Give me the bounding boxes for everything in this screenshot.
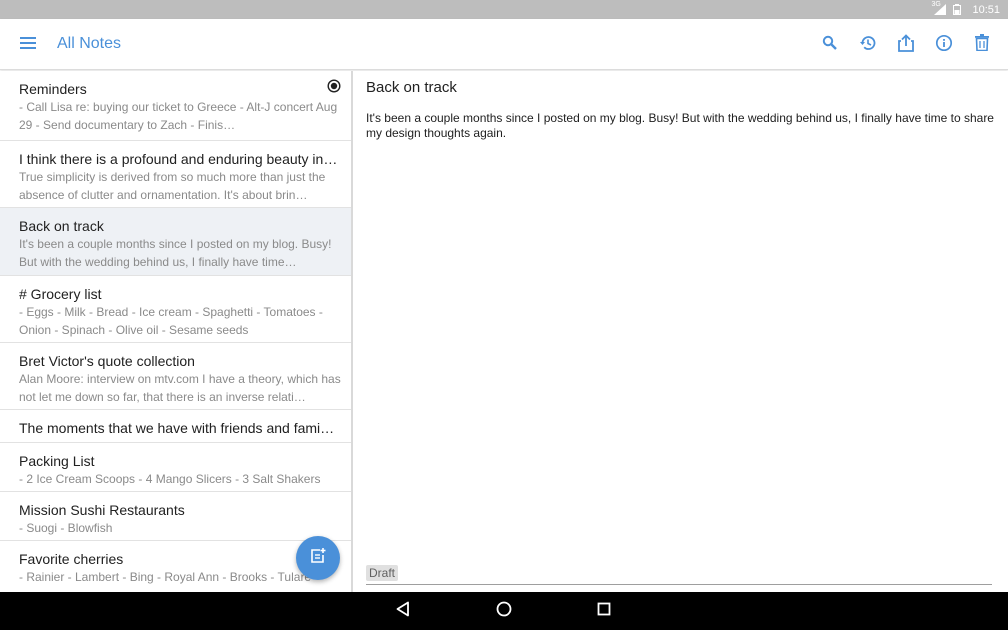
note-preview: - Suogi - Blowfish — [19, 521, 113, 535]
status-time: 10:51 — [972, 3, 1000, 16]
note-preview: - Rainier - Lambert - Bing - Royal Ann -… — [19, 570, 312, 584]
note-title: Favorite cherries — [19, 551, 124, 567]
menu-icon — [20, 36, 36, 54]
note-item-reminders[interactable]: Reminders - Call Lisa re: buying our tic… — [0, 71, 351, 141]
note-item-profound-beauty[interactable]: I think there is a profound and enduring… — [0, 141, 351, 208]
note-preview: True simplicity is derived from so much … — [19, 170, 326, 202]
note-preview: It's been a couple months since I posted… — [19, 237, 332, 269]
history-icon — [859, 34, 877, 57]
note-editor: Back on track It's been a couple months … — [353, 71, 1008, 592]
note-title: Back on track — [19, 218, 104, 234]
note-preview: - Call Lisa re: buying our ticket to Gre… — [19, 100, 338, 132]
note-editor-body[interactable]: It's been a couple months since I posted… — [366, 111, 994, 141]
search-icon — [822, 35, 838, 56]
note-item-moments[interactable]: The moments that we have with friends an… — [0, 410, 351, 443]
search-button[interactable] — [816, 31, 844, 59]
note-preview: - Eggs - Milk - Bread - Ice cream - Spag… — [19, 305, 323, 337]
note-list: Reminders - Call Lisa re: buying our tic… — [0, 71, 351, 592]
recents-button[interactable] — [594, 601, 614, 621]
note-title: Bret Victor's quote collection — [19, 353, 195, 369]
system-nav-bar — [0, 592, 1008, 630]
share-icon — [898, 33, 914, 57]
network-type: 3G — [931, 1, 941, 8]
note-title: The moments that we have with friends an… — [19, 420, 335, 436]
toolbar — [816, 31, 996, 59]
status-bar: 3G 10:51 — [0, 0, 1008, 19]
note-title: I think there is a profound and enduring… — [19, 151, 338, 167]
cell-signal-icon: 3G — [931, 1, 947, 15]
menu-button[interactable] — [14, 31, 42, 59]
info-icon — [935, 34, 953, 57]
history-button[interactable] — [854, 31, 882, 59]
back-button[interactable] — [393, 601, 413, 621]
note-item-back-on-track[interactable]: Back on track It's been a couple months … — [0, 208, 351, 276]
home-icon — [496, 601, 512, 622]
share-button[interactable] — [892, 31, 920, 59]
note-title: Packing List — [19, 453, 95, 469]
pin-icon[interactable] — [327, 79, 341, 93]
app-title: All Notes — [57, 35, 122, 52]
app-bar: All Notes — [0, 19, 1008, 70]
note-title: Mission Sushi Restaurants — [19, 502, 185, 518]
note-item-grocery-list[interactable]: # Grocery list - Eggs - Milk - Bread - I… — [0, 276, 351, 343]
home-button[interactable] — [494, 601, 514, 621]
note-preview: - 2 Ice Cream Scoops - 4 Mango Slicers -… — [19, 472, 321, 486]
note-preview: Alan Moore: interview on mtv.com I have … — [19, 372, 341, 404]
info-button[interactable] — [930, 31, 958, 59]
draft-tag[interactable]: Draft — [366, 565, 399, 581]
note-title: Reminders — [19, 81, 87, 97]
note-title: # Grocery list — [19, 286, 102, 302]
note-item-bret-victor[interactable]: Bret Victor's quote collection Alan Moor… — [0, 343, 351, 410]
tag-input-underline[interactable] — [366, 584, 992, 585]
new-note-button[interactable] — [296, 536, 340, 580]
new-note-icon — [309, 547, 327, 570]
back-icon — [396, 601, 410, 622]
battery-icon — [953, 4, 965, 15]
trash-icon — [975, 34, 989, 56]
note-item-packing-list[interactable]: Packing List - 2 Ice Cream Scoops - 4 Ma… — [0, 443, 351, 492]
note-editor-title[interactable]: Back on track — [366, 79, 457, 96]
recents-icon — [597, 602, 611, 621]
delete-button[interactable] — [968, 31, 996, 59]
note-item-mission-sushi[interactable]: Mission Sushi Restaurants - Suogi - Blow… — [0, 492, 351, 541]
